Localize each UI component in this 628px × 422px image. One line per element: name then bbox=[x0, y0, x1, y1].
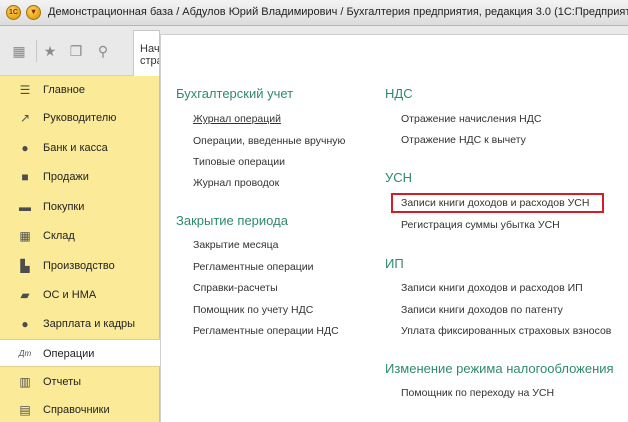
link-usn-income-book[interactable]: Записи книги доходов и расходов УСН bbox=[401, 197, 589, 209]
person-icon: ● bbox=[21, 317, 29, 331]
section-heading-accounting: Бухгалтерский учет bbox=[176, 86, 294, 101]
sidebar-item-manager[interactable]: ↗ Руководителю bbox=[0, 104, 160, 132]
sidebar-item-warehouse[interactable]: ▦ Склад bbox=[0, 222, 160, 250]
link-vat-deduction[interactable]: Отражение НДС к вычету bbox=[401, 134, 526, 146]
window-titlebar: 1С ▾ Демонстрационная база / Абдулов Юри… bbox=[0, 0, 628, 26]
sidebar-item-label: Продажи bbox=[43, 171, 89, 183]
link-usn-transition-assistant[interactable]: Помощник по переходу на УСН bbox=[401, 387, 554, 399]
search-icon[interactable]: ⚲ bbox=[95, 43, 111, 59]
link-vat-assistant[interactable]: Помощник по учету НДС bbox=[193, 304, 313, 316]
main-menu-icon[interactable]: ▾ bbox=[26, 5, 41, 20]
link-manual-operations[interactable]: Операции, введенные вручную bbox=[193, 135, 345, 147]
sidebar-item-label: Склад bbox=[43, 230, 75, 242]
link-journal-entries[interactable]: Журнал проводок bbox=[193, 177, 279, 189]
toolbar-strip bbox=[160, 26, 628, 34]
1c-logo-icon[interactable]: 1С bbox=[6, 5, 21, 20]
sidebar-item-operations[interactable]: Дт Операции bbox=[0, 339, 160, 367]
sidebar-item-production[interactable]: ▙ Производство bbox=[0, 252, 160, 280]
operations-icon: Дт bbox=[18, 349, 32, 358]
sidebar-item-directories[interactable]: ▤ Справочники bbox=[0, 396, 160, 422]
sidebar: ☰ Главное ↗ Руководителю ● Банк и касса … bbox=[0, 76, 160, 422]
link-patent-income-book[interactable]: Записи книги доходов по патенту bbox=[401, 304, 563, 316]
hamburger-icon: ☰ bbox=[19, 83, 31, 97]
link-vat-accrual[interactable]: Отражение начисления НДС bbox=[401, 113, 541, 125]
coin-icon: ● bbox=[21, 141, 29, 155]
link-vat-regulatory-operations[interactable]: Регламентные операции НДС bbox=[193, 325, 339, 337]
link-calculation-certificates[interactable]: Справки-расчеты bbox=[193, 282, 278, 294]
sidebar-item-main[interactable]: ☰ Главное bbox=[0, 76, 160, 104]
sidebar-item-sales[interactable]: ■ Продажи bbox=[0, 163, 160, 191]
sidebar-item-label: Справочники bbox=[43, 404, 110, 416]
sidebar-item-label: Главное bbox=[43, 84, 86, 96]
link-month-closing[interactable]: Закрытие месяца bbox=[193, 239, 278, 251]
sidebar-item-label: Банк и касса bbox=[43, 142, 108, 154]
section-heading-vat: НДС bbox=[385, 86, 413, 101]
sidebar-item-label: Отчеты bbox=[43, 376, 82, 388]
section-heading-ip: ИП bbox=[385, 256, 404, 271]
sidebar-item-label: Покупки bbox=[43, 201, 85, 213]
section-heading-period-closing: Закрытие периода bbox=[176, 213, 288, 228]
warehouse-icon: ▦ bbox=[19, 229, 31, 243]
toolbar-divider bbox=[36, 40, 37, 62]
sidebar-item-purchases[interactable]: ▬ Покупки bbox=[0, 193, 160, 221]
sidebar-item-label: Операции bbox=[43, 348, 95, 360]
sidebar-item-bank[interactable]: ● Банк и касса bbox=[0, 134, 160, 162]
factory-icon: ▙ bbox=[20, 259, 30, 273]
copy-icon[interactable]: ❐ bbox=[68, 43, 84, 59]
star-icon[interactable]: ★ bbox=[42, 43, 58, 59]
sidebar-item-label: Зарплата и кадры bbox=[43, 318, 136, 330]
sidebar-item-reports[interactable]: ▥ Отчеты bbox=[0, 368, 160, 396]
sidebar-item-assets[interactable]: ▰ ОС и НМА bbox=[0, 281, 160, 309]
section-heading-tax-regime-change: Изменение режима налогообложения bbox=[385, 361, 614, 376]
link-usn-loss-registration[interactable]: Регистрация суммы убытка УСН bbox=[401, 219, 560, 231]
sidebar-item-salary[interactable]: ● Зарплата и кадры bbox=[0, 310, 160, 338]
link-fixed-insurance-payments[interactable]: Уплата фиксированных страховых взносов bbox=[401, 325, 611, 337]
sidebar-item-label: ОС и НМА bbox=[43, 289, 97, 301]
link-regulatory-operations[interactable]: Регламентные операции bbox=[193, 261, 314, 273]
book-icon: ▤ bbox=[19, 403, 31, 417]
truck-icon: ▰ bbox=[20, 288, 30, 302]
bar-chart-icon: ▥ bbox=[19, 375, 31, 389]
apps-icon[interactable]: ▦ bbox=[11, 43, 27, 59]
trend-icon: ↗ bbox=[19, 111, 31, 125]
window-title: Демонстрационная база / Абдулов Юрий Вла… bbox=[48, 6, 628, 18]
cart-icon: ▬ bbox=[19, 200, 31, 214]
sidebar-item-label: Производство bbox=[43, 260, 115, 272]
link-ip-income-book[interactable]: Записи книги доходов и расходов ИП bbox=[401, 282, 583, 294]
tab-start-page[interactable]: Начальная страница bbox=[133, 30, 160, 76]
sidebar-item-label: Руководителю bbox=[43, 112, 117, 124]
link-typical-operations[interactable]: Типовые операции bbox=[193, 156, 285, 168]
section-heading-usn: УСН bbox=[385, 170, 413, 185]
link-journal-operations[interactable]: Журнал операций bbox=[193, 113, 281, 125]
bag-icon: ■ bbox=[21, 170, 29, 184]
